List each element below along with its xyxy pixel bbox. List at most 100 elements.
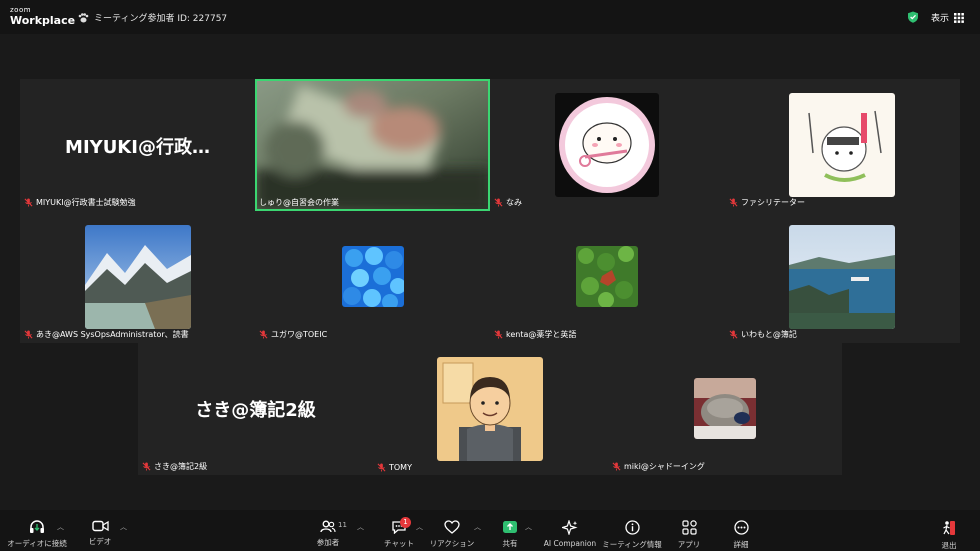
share-options-chevron-icon[interactable]: ︿ <box>525 522 532 532</box>
participant-label: ファシリテーター <box>729 197 805 208</box>
avatar <box>789 93 895 197</box>
chat-button[interactable]: チャット <box>381 510 417 551</box>
participants-label: 参加者 <box>316 538 340 547</box>
gallery-row-panel-bottom: さき@簿記2級 さき@簿記2級 TOMY miki@シャドーイング <box>138 343 842 475</box>
mic-muted-icon <box>729 330 738 339</box>
participant-label: TOMY <box>377 463 412 472</box>
participant-tile-miki[interactable]: miki@シャドーイング <box>608 343 842 475</box>
participant-name: TOMY <box>389 463 412 472</box>
participant-label: さき@簿記2級 <box>142 461 207 472</box>
participant-label: miki@シャドーイング <box>612 461 705 472</box>
avatar <box>789 225 895 329</box>
avatar <box>555 93 659 197</box>
avatar <box>342 246 404 307</box>
apps-button[interactable]: アプリ <box>672 510 706 551</box>
ai-companion-label: AI Companion <box>543 539 597 548</box>
apps-icon <box>681 520 697 535</box>
participant-name-large: MIYUKI@行政… <box>65 137 210 158</box>
leave-button[interactable]: 退出 <box>934 510 964 551</box>
meeting-info-button[interactable]: ミーティング情報 <box>602 510 662 551</box>
more-button[interactable]: 詳細 <box>724 510 758 551</box>
participant-tile-kenta[interactable]: kenta@薬学と英語 <box>490 211 725 343</box>
active-speaker-border <box>255 79 490 211</box>
info-icon <box>624 520 640 535</box>
participant-tile-nami[interactable]: なみ <box>490 79 725 211</box>
video-camera-icon <box>91 520 109 532</box>
reactions-options-chevron-icon[interactable]: ︿ <box>474 522 481 532</box>
participants-button[interactable]: 参加者 <box>310 510 346 551</box>
avatar <box>694 378 756 439</box>
participants-options-chevron-icon[interactable]: ︿ <box>357 522 364 532</box>
avatar <box>437 357 543 461</box>
paw-icon <box>78 12 89 22</box>
leave-label: 退出 <box>941 541 957 550</box>
participant-tile-facilitator[interactable]: ファシリテーター <box>725 79 960 211</box>
participant-name: miki@シャドーイング <box>624 462 705 471</box>
logo-text-workplace: Workplace <box>10 14 76 27</box>
meeting-info[interactable]: ミーティング参加者 ID: 227757 <box>78 11 227 24</box>
more-label: 詳細 <box>733 540 749 549</box>
participant-name: なみ <box>506 198 522 207</box>
participant-label: なみ <box>494 197 522 208</box>
share-screen-icon <box>503 521 517 533</box>
participant-name: ユガワ@TOEIC <box>271 330 328 339</box>
view-label: 表示 <box>931 14 950 24</box>
participant-label: ユガワ@TOEIC <box>259 329 327 340</box>
participant-tile-tomy[interactable]: TOMY <box>373 343 608 475</box>
video-button[interactable]: ビデオ <box>82 510 118 551</box>
meeting-id-text: ミーティング参加者 ID: 227757 <box>94 14 228 24</box>
sparkle-icon <box>562 520 578 535</box>
mic-muted-icon <box>142 462 151 471</box>
participant-label: MIYUKI@行政書士試験勉強 <box>24 197 136 208</box>
reactions-label: リアクション <box>429 539 475 548</box>
reactions-button[interactable]: リアクション <box>429 510 475 551</box>
headphones-icon <box>30 520 44 533</box>
mic-muted-icon <box>377 463 386 472</box>
meeting-info-label: ミーティング情報 <box>602 540 662 549</box>
chat-options-chevron-icon[interactable]: ︿ <box>416 522 423 532</box>
video-options-chevron-icon[interactable]: ︿ <box>120 522 127 532</box>
participant-name: あき@AWS SysOpsAdministrator、読書 <box>36 330 189 339</box>
mic-muted-icon <box>24 198 33 207</box>
more-dots-icon <box>733 520 749 535</box>
shield-check-icon[interactable] <box>907 11 919 23</box>
participant-name: ファシリテーター <box>741 198 805 207</box>
participant-tile-saki[interactable]: さき@簿記2級 さき@簿記2級 <box>138 343 373 475</box>
chat-unread-badge: 1 <box>400 517 411 528</box>
participant-tile-iwamoto[interactable]: いわもと@簿記 <box>725 211 960 343</box>
avatar <box>85 225 191 329</box>
participant-name: さき@簿記2級 <box>154 462 208 471</box>
participant-name-large: さき@簿記2級 <box>195 400 316 421</box>
view-button[interactable]: 表示 <box>931 11 964 24</box>
share-button[interactable]: 共有 <box>494 510 526 551</box>
participant-tile-yugawa[interactable]: ユガワ@TOEIC <box>255 211 490 343</box>
participants-count: 11 <box>338 521 347 529</box>
logo-text-zoom: zoom <box>10 6 32 14</box>
audio-options-chevron-icon[interactable]: ︿ <box>57 522 64 532</box>
video-gallery: MIYUKI@行政… MIYUKI@行政書士試験勉強 しゅり@自習会の作業 なみ… <box>0 34 980 510</box>
ai-companion-button[interactable]: AI Companion <box>540 510 600 551</box>
participant-label: kenta@薬学と英語 <box>494 329 576 340</box>
mic-muted-icon <box>729 198 738 207</box>
mic-muted-icon <box>494 330 503 339</box>
participant-name: MIYUKI@行政書士試験勉強 <box>36 198 136 207</box>
mic-muted-icon <box>612 462 621 471</box>
participant-name: しゅり@自習会の作業 <box>259 198 339 207</box>
apps-label: アプリ <box>677 540 701 549</box>
participant-name: いわもと@簿記 <box>741 330 797 339</box>
mic-muted-icon <box>494 198 503 207</box>
participant-tile-shuri[interactable]: しゅり@自習会の作業 <box>255 79 490 211</box>
participant-tile-aki[interactable]: あき@AWS SysOpsAdministrator、読書 <box>20 211 255 343</box>
share-label: 共有 <box>502 539 518 548</box>
mic-muted-icon <box>24 330 33 339</box>
participant-label: いわもと@簿記 <box>729 329 797 340</box>
participant-label: しゅり@自習会の作業 <box>259 197 339 208</box>
zoom-logo: zoom Workplace <box>10 6 76 27</box>
video-label: ビデオ <box>88 537 112 546</box>
participant-name: kenta@薬学と英語 <box>506 330 577 339</box>
participant-tile-miyuki[interactable]: MIYUKI@行政… MIYUKI@行政書士試験勉強 <box>20 79 255 211</box>
participants-icon <box>320 520 336 533</box>
gallery-row-panel-top: MIYUKI@行政… MIYUKI@行政書士試験勉強 しゅり@自習会の作業 なみ… <box>20 79 960 343</box>
meeting-toolbar: オーディオに接続 ︿ ビデオ ︿ 参加者 11 ︿ チャット 1 ︿ リアクショ… <box>0 510 980 551</box>
leave-door-icon <box>943 521 955 535</box>
